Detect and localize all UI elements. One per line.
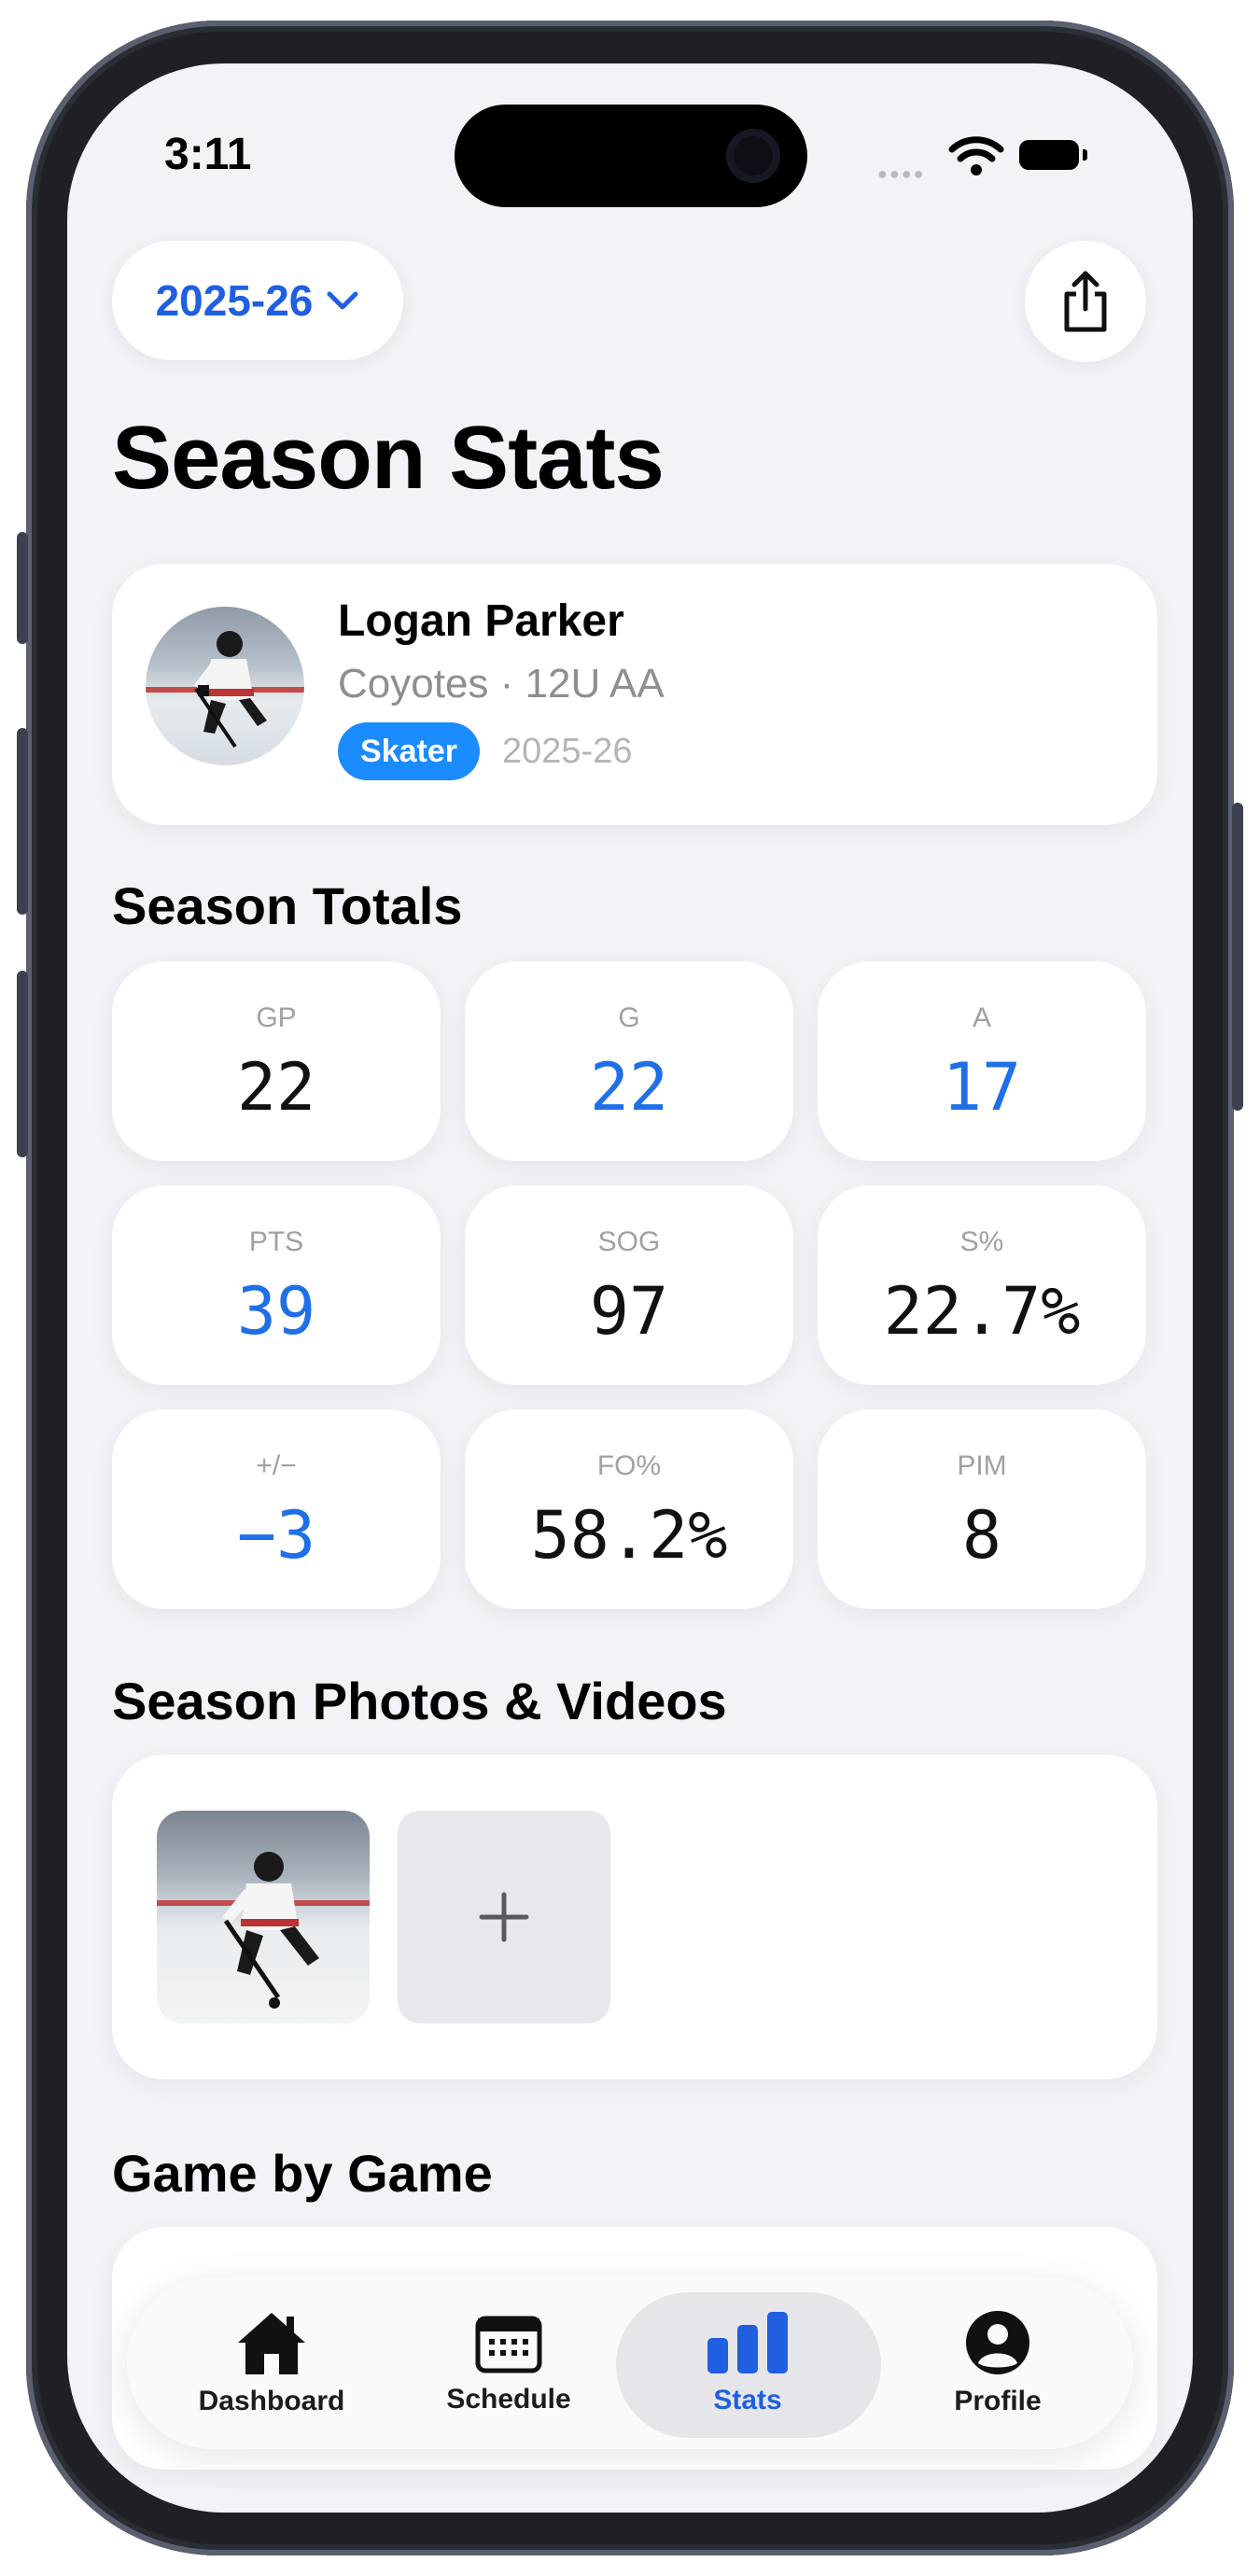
stat-label: PTS xyxy=(248,1226,304,1257)
player-season: 2025-26 xyxy=(502,732,633,771)
photo-thumbnail[interactable] xyxy=(157,1811,370,2023)
position-badge: Skater xyxy=(338,722,480,780)
stat-card-a: A 17 xyxy=(818,961,1146,1161)
tab-label: Dashboard xyxy=(198,2386,345,2416)
stat-label: S% xyxy=(959,1226,1004,1257)
tab-profile[interactable]: Profile xyxy=(872,2277,1124,2449)
stat-value: 97 xyxy=(589,1273,669,1350)
stat-value: 8 xyxy=(961,1497,1002,1574)
power-button xyxy=(1232,803,1243,1111)
chevron-down-icon xyxy=(327,291,358,310)
player-name: Logan Parker xyxy=(338,596,624,646)
stat-label: GP xyxy=(256,1002,297,1033)
stat-value: 22 xyxy=(236,1049,316,1126)
stat-value: 39 xyxy=(236,1273,316,1350)
tab-label: Profile xyxy=(954,2386,1042,2416)
volume-up-button xyxy=(17,728,28,915)
tab-label: Stats xyxy=(713,2385,782,2415)
volume-down-button xyxy=(17,971,28,1157)
signal-icon: ●●●● xyxy=(877,164,926,183)
action-button xyxy=(17,532,28,644)
share-button[interactable] xyxy=(1025,241,1146,362)
house-icon xyxy=(238,2313,305,2374)
stat-value: 58.2% xyxy=(530,1497,728,1574)
hockey-photo-image xyxy=(157,1852,370,2009)
battery-tip xyxy=(1083,149,1087,161)
stat-label: FO% xyxy=(596,1450,662,1481)
page-title: Season Stats xyxy=(112,408,665,508)
stat-value: −3 xyxy=(236,1497,316,1574)
add-media-button[interactable] xyxy=(398,1811,610,2023)
plus-icon xyxy=(479,1892,529,1942)
player-team: Coyotes · 12U AA xyxy=(338,661,665,707)
stat-card-sog: SOG 97 xyxy=(465,1185,793,1385)
stat-card-pts: PTS 39 xyxy=(112,1185,441,1385)
stat-label: PIM xyxy=(957,1450,1007,1481)
stat-card-plus-minus: +/− −3 xyxy=(112,1409,441,1609)
season-selector[interactable]: 2025-26 xyxy=(112,241,403,360)
stat-card-faceoff-pct: FO% 58.2% xyxy=(465,1409,793,1609)
tab-dashboard[interactable]: Dashboard xyxy=(146,2277,398,2449)
battery-icon xyxy=(1019,140,1079,170)
share-icon xyxy=(1064,271,1107,332)
stat-card-gp: GP 22 xyxy=(112,961,441,1161)
hockey-player-image xyxy=(146,631,304,749)
tab-stats[interactable]: Stats xyxy=(622,2277,874,2449)
player-avatar xyxy=(146,607,304,765)
status-time: 3:11 xyxy=(164,130,252,179)
bar-chart-icon xyxy=(707,2312,788,2373)
season-selector-label: 2025-26 xyxy=(155,276,314,325)
season-totals-heading: Season Totals xyxy=(112,876,463,935)
stat-label: A xyxy=(972,1002,991,1033)
stat-card-shooting-pct: S% 22.7% xyxy=(818,1185,1146,1385)
person-icon xyxy=(966,2311,1029,2374)
front-camera xyxy=(726,129,780,183)
stat-label: +/− xyxy=(256,1450,297,1481)
stat-card-pim: PIM 8 xyxy=(818,1409,1146,1609)
stat-value: 17 xyxy=(942,1049,1022,1126)
media-heading: Season Photos & Videos xyxy=(112,1672,727,1730)
game-by-game-heading: Game by Game xyxy=(112,2144,493,2203)
stat-value: 22.7% xyxy=(883,1273,1081,1350)
tab-schedule[interactable]: Schedule xyxy=(383,2277,635,2449)
stat-value: 22 xyxy=(589,1049,669,1126)
stat-label: SOG xyxy=(597,1226,661,1257)
stat-label: G xyxy=(618,1002,640,1033)
calendar-icon xyxy=(475,2316,542,2373)
wifi-icon xyxy=(948,136,1004,175)
stat-card-g: G 22 xyxy=(465,961,793,1161)
tab-label: Schedule xyxy=(446,2384,571,2415)
